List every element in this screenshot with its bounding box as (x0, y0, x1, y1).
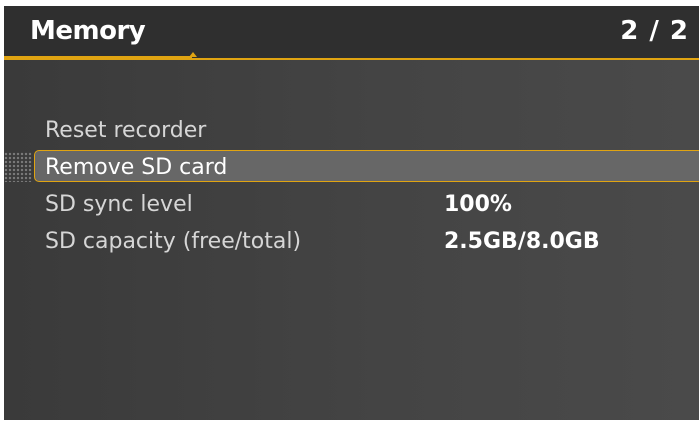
selection-dots-icon (4, 152, 32, 182)
menu-item-remove-sd-card[interactable]: Remove SD card (4, 149, 699, 186)
memory-screen: Memory 2 / 2 Reset recorder Remove SD ca… (4, 6, 699, 420)
menu-item-reset-recorder[interactable]: Reset recorder (4, 112, 699, 149)
menu-item-sd-sync-level[interactable]: SD sync level 100% (4, 186, 699, 223)
sd-capacity-value: 2.5GB/8.0GB (444, 229, 600, 254)
menu-item-sd-capacity[interactable]: SD capacity (free/total) 2.5GB/8.0GB (4, 223, 699, 260)
header-bar: Memory 2 / 2 (4, 6, 699, 60)
page-progress-bar (4, 56, 192, 60)
menu-item-label: SD capacity (free/total) (45, 229, 302, 254)
menu-item-label: SD sync level (45, 192, 193, 217)
memory-menu: Reset recorder Remove SD card SD sync le… (4, 112, 699, 260)
page-indicator: 2 / 2 (620, 16, 689, 46)
menu-item-label: Reset recorder (45, 118, 207, 143)
page-title: Memory (30, 16, 146, 46)
menu-item-label: Remove SD card (45, 155, 228, 180)
progress-caret-icon (189, 52, 197, 57)
sd-sync-level-value: 100% (444, 192, 512, 217)
